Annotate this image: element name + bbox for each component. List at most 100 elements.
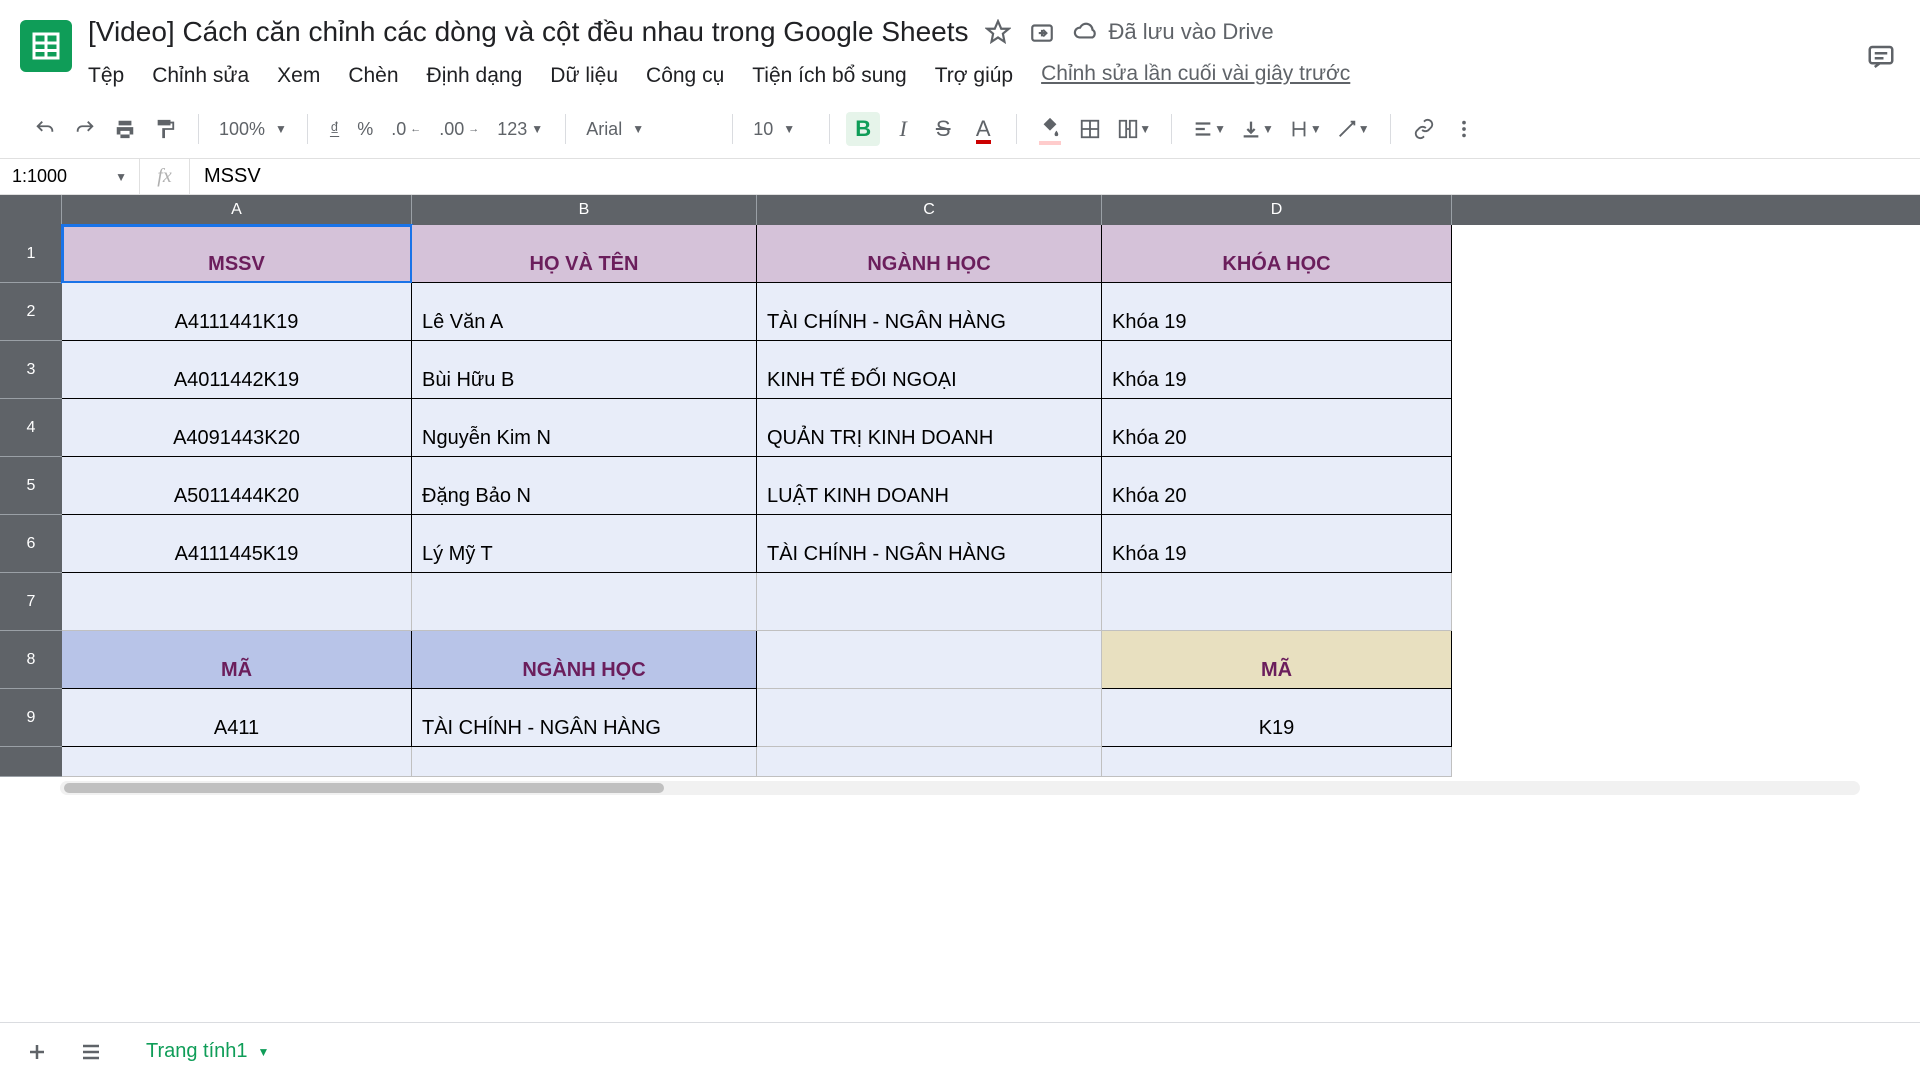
- col-header-A[interactable]: A: [62, 195, 412, 225]
- cell-B2[interactable]: Lê Văn A: [412, 283, 757, 341]
- menu-insert[interactable]: Chèn: [348, 62, 398, 90]
- row-header-6[interactable]: 6: [0, 515, 62, 573]
- currency-button[interactable]: ₫: [324, 119, 345, 140]
- more-button[interactable]: [1447, 112, 1481, 146]
- row-header-1[interactable]: 1: [0, 225, 62, 283]
- cell-D8[interactable]: MÃ: [1102, 631, 1452, 689]
- cell-A10[interactable]: [62, 747, 412, 777]
- cell-C5[interactable]: LUẬT KINH DOANH: [757, 457, 1102, 515]
- last-edit-link[interactable]: Chỉnh sửa lần cuối vài giây trước: [1041, 62, 1350, 90]
- link-button[interactable]: [1407, 112, 1441, 146]
- cell-C9[interactable]: [757, 689, 1102, 747]
- menu-tools[interactable]: Công cụ: [646, 62, 724, 90]
- cell-A3[interactable]: A4011442K19: [62, 341, 412, 399]
- cell-A9[interactable]: A411: [62, 689, 412, 747]
- cell-C8[interactable]: [757, 631, 1102, 689]
- menu-help[interactable]: Trợ giúp: [935, 62, 1013, 90]
- cell-D6[interactable]: Khóa 19: [1102, 515, 1452, 573]
- sheet-tab-1[interactable]: Trang tính1▼: [128, 1030, 287, 1073]
- bold-button[interactable]: B: [846, 112, 880, 146]
- row-header-7[interactable]: 7: [0, 573, 62, 631]
- row-header-4[interactable]: 4: [0, 399, 62, 457]
- menu-format[interactable]: Định dạng: [427, 62, 523, 90]
- sheets-logo[interactable]: [20, 20, 72, 72]
- comments-icon[interactable]: [1866, 42, 1896, 77]
- halign-button[interactable]: ▼: [1188, 112, 1230, 146]
- cell-C2[interactable]: TÀI CHÍNH - NGÂN HÀNG: [757, 283, 1102, 341]
- cell-D5[interactable]: Khóa 20: [1102, 457, 1452, 515]
- merge-button[interactable]: ▼: [1113, 112, 1155, 146]
- cell-B10[interactable]: [412, 747, 757, 777]
- cell-D7[interactable]: [1102, 573, 1452, 631]
- cell-A8[interactable]: MÃ: [62, 631, 412, 689]
- cell-A5[interactable]: A5011444K20: [62, 457, 412, 515]
- italic-button[interactable]: I: [886, 112, 920, 146]
- cell-B6[interactable]: Lý Mỹ T: [412, 515, 757, 573]
- format-select[interactable]: 123▼: [491, 119, 549, 140]
- undo-button[interactable]: [28, 112, 62, 146]
- percent-button[interactable]: %: [351, 119, 379, 140]
- borders-button[interactable]: [1073, 112, 1107, 146]
- strikethrough-button[interactable]: S: [926, 112, 960, 146]
- cell-A7[interactable]: [62, 573, 412, 631]
- cell-B5[interactable]: Đặng Bảo N: [412, 457, 757, 515]
- row-header-10[interactable]: [0, 747, 62, 777]
- cell-B7[interactable]: [412, 573, 757, 631]
- add-sheet-button[interactable]: [20, 1035, 54, 1069]
- menu-data[interactable]: Dữ liệu: [550, 62, 618, 90]
- menu-file[interactable]: Tệp: [88, 62, 124, 90]
- all-sheets-button[interactable]: [74, 1035, 108, 1069]
- decrease-decimal-button[interactable]: .0←: [385, 119, 427, 140]
- cell-C3[interactable]: KINH TẾ ĐỐI NGOẠI: [757, 341, 1102, 399]
- cell-D4[interactable]: Khóa 20: [1102, 399, 1452, 457]
- cell-A1[interactable]: MSSV: [62, 225, 412, 283]
- menu-addons[interactable]: Tiện ích bổ sung: [752, 62, 907, 90]
- cell-B3[interactable]: Bùi Hữu B: [412, 341, 757, 399]
- increase-decimal-button[interactable]: .00→: [433, 119, 485, 140]
- cell-B1[interactable]: HỌ VÀ TÊN: [412, 225, 757, 283]
- cell-A4[interactable]: A4091443K20: [62, 399, 412, 457]
- row-header-2[interactable]: 2: [0, 283, 62, 341]
- row-header-9[interactable]: 9: [0, 689, 62, 747]
- font-size-select[interactable]: 10▼: [741, 119, 821, 140]
- cell-C7[interactable]: [757, 573, 1102, 631]
- print-button[interactable]: [108, 112, 142, 146]
- redo-button[interactable]: [68, 112, 102, 146]
- col-header-B[interactable]: B: [412, 195, 757, 225]
- text-color-button[interactable]: A: [966, 112, 1000, 146]
- select-all-corner[interactable]: [0, 195, 62, 225]
- row-header-8[interactable]: 8: [0, 631, 62, 689]
- wrap-button[interactable]: ▼: [1284, 112, 1326, 146]
- valign-button[interactable]: ▼: [1236, 112, 1278, 146]
- rotate-button[interactable]: ▼: [1332, 112, 1374, 146]
- horizontal-scrollbar[interactable]: [60, 781, 1860, 795]
- col-header-D[interactable]: D: [1102, 195, 1452, 225]
- formula-input[interactable]: MSSV: [190, 165, 1920, 188]
- cell-A2[interactable]: A4111441K19: [62, 283, 412, 341]
- cell-C1[interactable]: NGÀNH HỌC: [757, 225, 1102, 283]
- cell-D3[interactable]: Khóa 19: [1102, 341, 1452, 399]
- cell-A6[interactable]: A4111445K19: [62, 515, 412, 573]
- move-icon[interactable]: [1029, 19, 1055, 45]
- zoom-select[interactable]: 100%▼: [207, 119, 299, 140]
- menu-view[interactable]: Xem: [277, 62, 320, 90]
- cell-D2[interactable]: Khóa 19: [1102, 283, 1452, 341]
- cell-C6[interactable]: TÀI CHÍNH - NGÂN HÀNG: [757, 515, 1102, 573]
- font-select[interactable]: Arial▼: [574, 119, 724, 140]
- col-header-C[interactable]: C: [757, 195, 1102, 225]
- fill-color-button[interactable]: [1033, 112, 1067, 146]
- star-icon[interactable]: [985, 19, 1011, 45]
- cell-D9[interactable]: K19: [1102, 689, 1452, 747]
- row-header-5[interactable]: 5: [0, 457, 62, 515]
- document-title[interactable]: [Video] Cách căn chỉnh các dòng và cột đ…: [88, 12, 969, 52]
- cell-D10[interactable]: [1102, 747, 1452, 777]
- cell-C10[interactable]: [757, 747, 1102, 777]
- cell-D1[interactable]: KHÓA HỌC: [1102, 225, 1452, 283]
- name-box[interactable]: 1:1000▼: [0, 159, 140, 194]
- row-header-3[interactable]: 3: [0, 341, 62, 399]
- cell-B4[interactable]: Nguyễn Kim N: [412, 399, 757, 457]
- paint-format-button[interactable]: [148, 112, 182, 146]
- cell-C4[interactable]: QUẢN TRỊ KINH DOANH: [757, 399, 1102, 457]
- cell-B9[interactable]: TÀI CHÍNH - NGÂN HÀNG: [412, 689, 757, 747]
- cell-B8[interactable]: NGÀNH HỌC: [412, 631, 757, 689]
